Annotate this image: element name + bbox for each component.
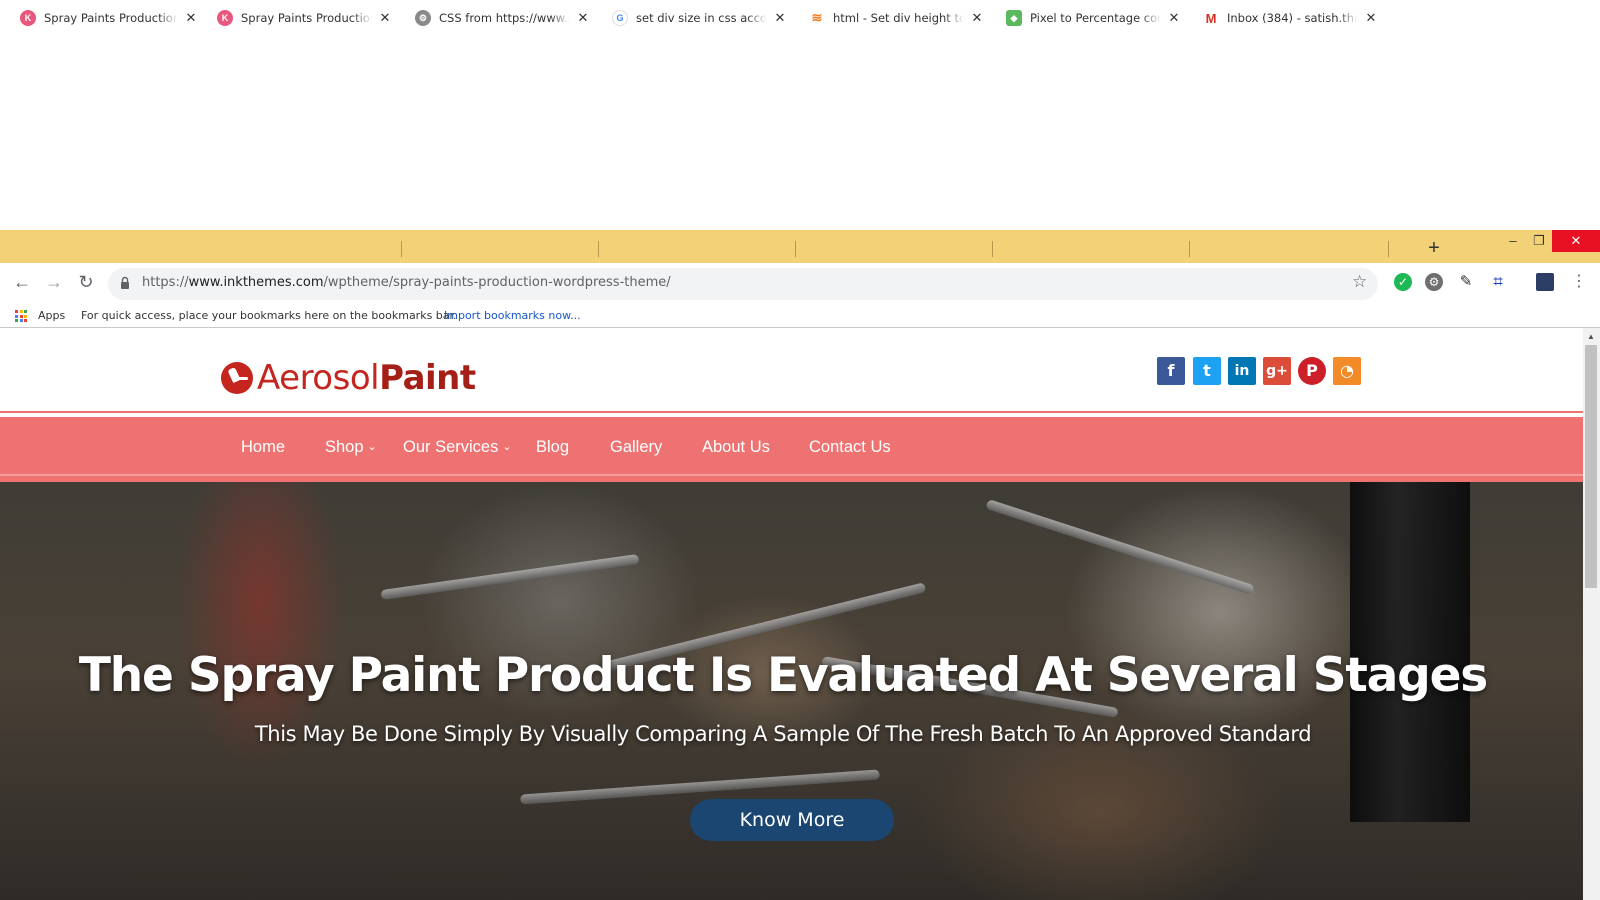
- tab-gmail-inbox[interactable]: M Inbox (384) - satish.thapa ✕: [1189, 3, 1386, 33]
- tab-title: Inbox (384) - satish.thapa: [1227, 11, 1358, 25]
- extension-check-icon[interactable]: ✓: [1394, 273, 1412, 291]
- googleplus-icon[interactable]: g+: [1263, 357, 1291, 385]
- logo-text-paint: Paint: [379, 358, 476, 398]
- tab-separator: [992, 241, 993, 257]
- tab-separator: [598, 241, 599, 257]
- url-text[interactable]: https://www.inkthemes.com/wptheme/spray-…: [142, 275, 671, 290]
- scrollbar-thumb[interactable]: [1585, 345, 1597, 588]
- scroll-up-arrow-icon[interactable]: ▲: [1587, 332, 1595, 341]
- bookmark-star-icon[interactable]: ☆: [1352, 272, 1367, 292]
- apps-label[interactable]: Apps: [38, 309, 65, 322]
- pinterest-icon[interactable]: P: [1298, 357, 1326, 385]
- reload-icon[interactable]: ↻: [74, 270, 98, 294]
- google-icon: G: [612, 10, 628, 26]
- nav-blog[interactable]: Blog: [536, 438, 569, 457]
- extension-profile-icon[interactable]: [1536, 273, 1554, 291]
- main-nav: [0, 413, 1583, 482]
- tab-strip: [0, 230, 1600, 263]
- tab-separator: [1388, 241, 1389, 257]
- gmail-icon: M: [1205, 10, 1217, 26]
- linkedin-icon[interactable]: in: [1228, 357, 1256, 385]
- menu-kebab-icon[interactable]: ⋮: [1570, 273, 1588, 291]
- nav-contact-us[interactable]: Contact Us: [809, 438, 891, 457]
- close-icon[interactable]: ✕: [1364, 11, 1378, 25]
- tab-title: html - Set div height to fit screen: [833, 11, 964, 25]
- twitter-icon[interactable]: t: [1193, 357, 1221, 385]
- blank-area: [0, 0, 1600, 230]
- chevron-down-icon: ⌄: [502, 441, 512, 453]
- cube-icon: ◆: [1006, 10, 1022, 26]
- tab-spray-paints-2[interactable]: K Spray Paints Production Wordpress Them…: [203, 3, 400, 33]
- nav-home[interactable]: Home: [241, 438, 285, 457]
- logo-text-aerosol: Aerosol: [257, 358, 380, 398]
- rss-icon[interactable]: ◔: [1333, 357, 1361, 385]
- new-tab-button[interactable]: +: [1423, 238, 1445, 260]
- tab-title: Pixel to Percentage converter: [1030, 11, 1161, 25]
- tab-css-from-inkthemes[interactable]: ⚙ CSS from https://www.inkthemes.com ✕: [401, 3, 598, 33]
- bookmarks-hint: For quick access, place your bookmarks h…: [81, 309, 457, 322]
- tab-title: set div size in css according to screen: [636, 11, 767, 25]
- nav-shop[interactable]: Shop ⌄: [325, 438, 377, 457]
- know-more-button[interactable]: Know More: [690, 799, 894, 841]
- facebook-icon[interactable]: f: [1157, 357, 1185, 385]
- import-bookmarks-link[interactable]: Import bookmarks now...: [444, 309, 581, 322]
- spray-can-icon: [221, 362, 253, 394]
- window-close-button[interactable]: ✕: [1552, 230, 1600, 252]
- hero-subtitle: This May Be Done Simply By Visually Comp…: [254, 722, 1312, 746]
- apps-grid-icon[interactable]: [15, 310, 27, 322]
- nav-our-services[interactable]: Our Services ⌄: [403, 438, 512, 457]
- close-icon[interactable]: ✕: [576, 11, 590, 25]
- close-icon[interactable]: ✕: [378, 11, 392, 25]
- lock-icon: [121, 276, 129, 289]
- tab-stackoverflow[interactable]: ≋ html - Set div height to fit screen ✕: [795, 3, 992, 33]
- close-icon[interactable]: ✕: [773, 11, 787, 25]
- tab-title: CSS from https://www.inkthemes.com: [439, 11, 570, 25]
- close-icon[interactable]: ✕: [970, 11, 984, 25]
- hero-title: The Spray Paint Product Is Evaluated At …: [78, 648, 1488, 703]
- tab-title: Spray Paints Production Wordpress Theme: [241, 11, 372, 25]
- inkthemes-icon: K: [217, 10, 233, 26]
- tab-separator: [795, 241, 796, 257]
- back-icon[interactable]: ←: [10, 270, 34, 294]
- close-icon[interactable]: ✕: [184, 11, 198, 25]
- gear-icon: ⚙: [415, 10, 431, 26]
- minimize-button[interactable]: –: [1500, 230, 1526, 252]
- tab-title: Spray Paints Production Wordpress Theme: [44, 11, 178, 25]
- nav-divider: [0, 474, 1583, 476]
- tab-separator: [1189, 241, 1190, 257]
- extension-gear-icon[interactable]: ⚙: [1425, 273, 1443, 291]
- tab-google-search[interactable]: G set div size in css according to scree…: [598, 3, 795, 33]
- nav-gallery[interactable]: Gallery: [610, 438, 662, 457]
- tab-separator: [401, 241, 402, 257]
- site-logo[interactable]: Aerosol Paint: [221, 358, 476, 398]
- nav-about-us[interactable]: About Us: [702, 438, 770, 457]
- inkthemes-icon: K: [20, 10, 36, 26]
- close-icon[interactable]: ✕: [1167, 11, 1181, 25]
- tab-pixel-to-percentage[interactable]: ◆ Pixel to Percentage converter ✕: [992, 3, 1189, 33]
- crop-grid-icon[interactable]: ⌗: [1489, 273, 1507, 291]
- tab-spray-paints-active[interactable]: K Spray Paints Production Wordpress Them…: [6, 3, 206, 33]
- chevron-down-icon: ⌄: [367, 441, 377, 453]
- eyedropper-icon[interactable]: ✎: [1457, 273, 1475, 291]
- restore-button[interactable]: ❐: [1526, 230, 1552, 252]
- stackoverflow-icon: ≋: [811, 10, 823, 25]
- forward-icon[interactable]: →: [42, 270, 66, 294]
